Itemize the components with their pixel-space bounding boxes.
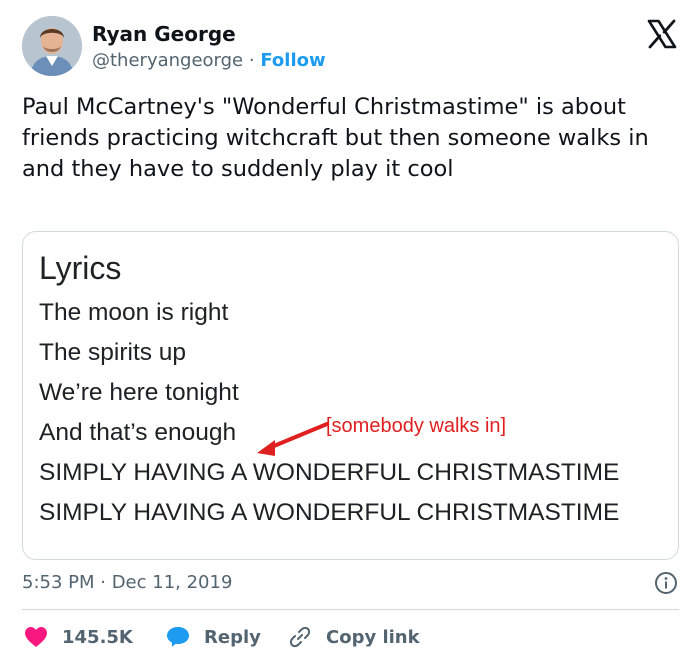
lyrics-title: Lyrics [39, 250, 122, 286]
info-icon[interactable] [654, 571, 678, 595]
author-name[interactable]: Ryan George [92, 22, 236, 46]
tweet-timestamp[interactable]: 5:53 PM · Dec 11, 2019 [22, 572, 232, 593]
reply-bubble-icon [167, 627, 189, 647]
lyric-line: The moon is right [39, 299, 229, 326]
tweet-text: Paul McCartney's "Wonderful Christmastim… [22, 94, 649, 182]
like-count: 145.5K [62, 626, 133, 648]
reply-button[interactable]: Reply [166, 622, 261, 652]
copy-link-label: Copy link [326, 626, 420, 648]
copy-link-button[interactable]: Copy link [288, 622, 420, 652]
follow-button[interactable]: Follow [260, 50, 325, 71]
attached-image-card[interactable]: Lyrics The moon is right The spirits up … [22, 231, 679, 560]
lyric-line: And that’s enough [39, 419, 237, 446]
x-logo-icon[interactable] [646, 18, 678, 50]
like-button[interactable]: 145.5K [24, 622, 133, 652]
reply-label: Reply [204, 626, 261, 648]
annotation-text: [somebody walks in] [326, 415, 507, 437]
handle-separator: · [248, 50, 255, 71]
author-handle-line: @theryangeorge · Follow [92, 50, 326, 71]
tweet-actions: 145.5K Reply Copy link [22, 622, 678, 652]
lyric-line: The spirits up [39, 339, 187, 366]
lyric-line: SIMPLY HAVING A WONDERFUL CHRISTMASTIME [39, 499, 620, 526]
lyric-line: We’re here tonight [39, 379, 239, 406]
lyric-line: SIMPLY HAVING A WONDERFUL CHRISTMASTIME [39, 459, 620, 486]
heart-icon [25, 627, 47, 647]
tweet-header: Ryan George @theryangeorge · Follow [22, 16, 678, 80]
author-handle[interactable]: @theryangeorge [92, 50, 243, 71]
red-arrow-icon [257, 422, 329, 456]
link-icon [289, 626, 311, 648]
divider [22, 609, 679, 610]
avatar[interactable] [22, 16, 82, 76]
